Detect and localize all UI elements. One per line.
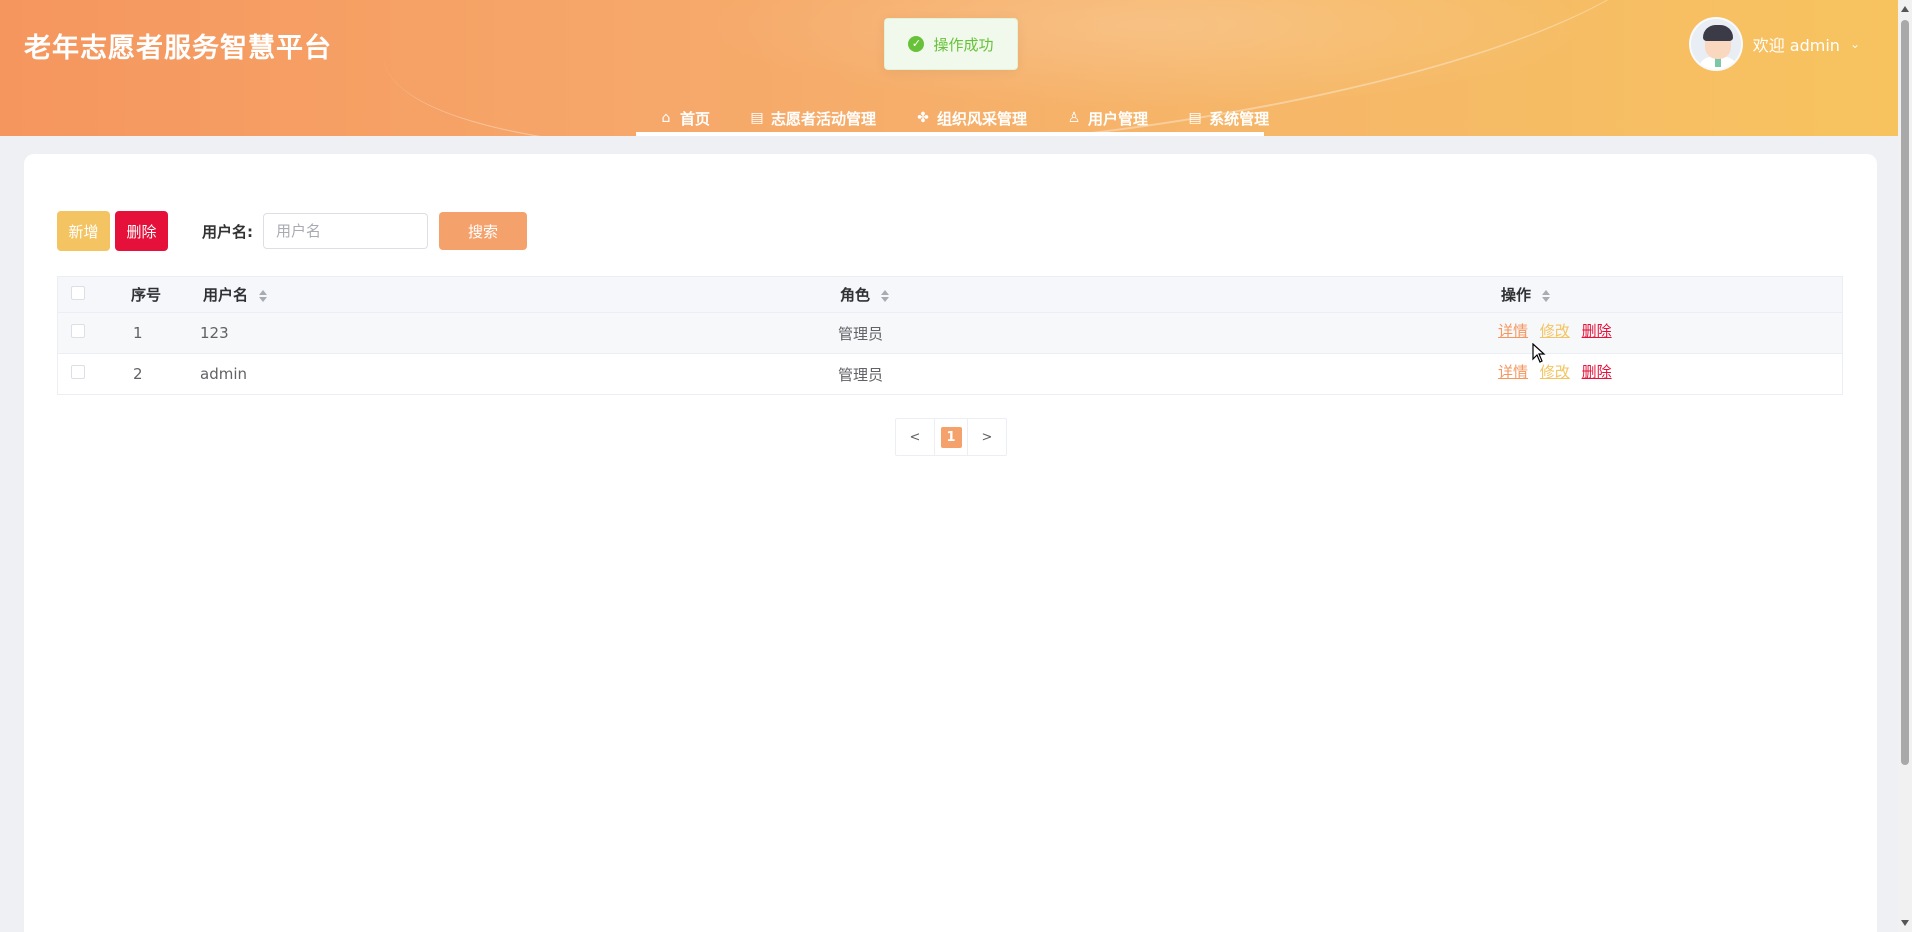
- detail-link[interactable]: 详情: [1498, 322, 1528, 340]
- scroll-up-arrow[interactable]: [1901, 6, 1909, 12]
- prev-page-button[interactable]: <: [896, 419, 934, 455]
- row-checkbox[interactable]: [71, 324, 85, 338]
- table-header-row: 序号 用户名 角色 操作: [58, 277, 1842, 313]
- mouse-cursor-icon: [1532, 343, 1546, 363]
- table-row: 2 admin 管理员 详情 修改 删除: [58, 354, 1842, 395]
- nav-item-label: 志愿者活动管理: [771, 109, 877, 128]
- username-search-input[interactable]: [263, 213, 428, 249]
- pagination: < 1 >: [895, 418, 1007, 456]
- user-icon: ♙: [1067, 110, 1081, 126]
- nav-item-volunteer-activities[interactable]: ▤ 志愿者活动管理: [727, 92, 893, 136]
- current-page-number: 1: [940, 426, 962, 448]
- cell-role: 管理员: [838, 324, 884, 343]
- add-button[interactable]: 新增: [57, 211, 110, 251]
- nav-item-label: 首页: [680, 109, 711, 128]
- sort-icon[interactable]: [1542, 289, 1551, 302]
- cell-index: 1: [133, 324, 143, 342]
- nav-item-users[interactable]: ♙ 用户管理: [1044, 92, 1165, 136]
- app-title: 老年志愿者服务智慧平台: [24, 33, 332, 64]
- nav-active-underline: [636, 132, 1264, 136]
- content-card: 新增 删除 用户名: 搜索 序号 用户名 角色 操作 1 123: [24, 154, 1877, 932]
- column-header-label: 操作: [1501, 286, 1532, 304]
- select-all-checkbox[interactable]: [71, 285, 85, 300]
- sort-icon[interactable]: [259, 289, 268, 302]
- cell-username: admin: [200, 365, 247, 383]
- cell-username: 123: [200, 324, 229, 342]
- edit-link[interactable]: 修改: [1540, 363, 1570, 381]
- avatar[interactable]: [1688, 17, 1743, 71]
- nav-item-system[interactable]: ▤ 系统管理: [1165, 92, 1286, 136]
- column-header-label: 角色: [840, 286, 871, 304]
- search-label: 用户名:: [202, 222, 253, 241]
- column-header-username[interactable]: 用户名: [173, 284, 835, 305]
- users-table: 序号 用户名 角色 操作 1 123 管理员 详情 修改 删除 2 admin …: [57, 276, 1843, 395]
- user-menu[interactable]: 欢迎 admin ⌄: [1688, 17, 1860, 71]
- column-header-actions[interactable]: 操作: [1498, 284, 1842, 305]
- toast-message: 操作成功: [933, 35, 994, 54]
- nav-item-home[interactable]: ⌂ 首页: [636, 92, 727, 136]
- nav-item-label: 系统管理: [1209, 109, 1270, 128]
- toolbar: 新增 删除 用户名: 搜索: [57, 210, 527, 252]
- top-nav: ⌂ 首页 ▤ 志愿者活动管理 ✤ 组织风采管理 ♙ 用户管理 ▤ 系统管理: [636, 92, 1286, 136]
- column-header-role[interactable]: 角色: [835, 284, 1498, 305]
- bulk-delete-button[interactable]: 删除: [115, 211, 168, 251]
- column-header-index: 序号: [131, 286, 162, 304]
- scrollbar-thumb[interactable]: [1901, 20, 1909, 765]
- next-page-button[interactable]: >: [968, 419, 1006, 455]
- home-icon: ⌂: [661, 110, 671, 126]
- chevron-down-icon[interactable]: ⌄: [1850, 37, 1860, 51]
- vertical-scrollbar[interactable]: [1898, 0, 1912, 932]
- scroll-down-arrow[interactable]: [1901, 920, 1909, 926]
- detail-link[interactable]: 详情: [1498, 363, 1528, 381]
- cell-actions: 详情 修改 删除: [1498, 320, 1842, 341]
- page-1-button[interactable]: 1: [934, 419, 968, 455]
- check-circle-icon: ✓: [908, 36, 925, 52]
- row-checkbox[interactable]: [71, 365, 85, 379]
- cell-role: 管理员: [838, 365, 884, 384]
- table-icon: ▤: [1188, 110, 1202, 126]
- table-row: 1 123 管理员 详情 修改 删除: [58, 313, 1842, 354]
- success-toast: ✓ 操作成功: [884, 18, 1018, 70]
- table-icon: ▤: [750, 110, 764, 126]
- sort-icon[interactable]: [881, 289, 890, 302]
- edit-link[interactable]: 修改: [1540, 322, 1570, 340]
- delete-link[interactable]: 删除: [1582, 322, 1612, 340]
- column-header-label: 用户名: [203, 286, 249, 304]
- welcome-text[interactable]: 欢迎 admin: [1753, 32, 1840, 56]
- cell-actions: 详情 修改 删除: [1498, 361, 1842, 382]
- nav-item-organization[interactable]: ✤ 组织风采管理: [893, 92, 1044, 136]
- nav-item-label: 组织风采管理: [937, 109, 1028, 128]
- search-button[interactable]: 搜索: [439, 212, 527, 250]
- cell-index: 2: [133, 365, 143, 383]
- delete-link[interactable]: 删除: [1582, 363, 1612, 381]
- grid-icon: ✤: [917, 110, 929, 126]
- nav-item-label: 用户管理: [1088, 109, 1149, 128]
